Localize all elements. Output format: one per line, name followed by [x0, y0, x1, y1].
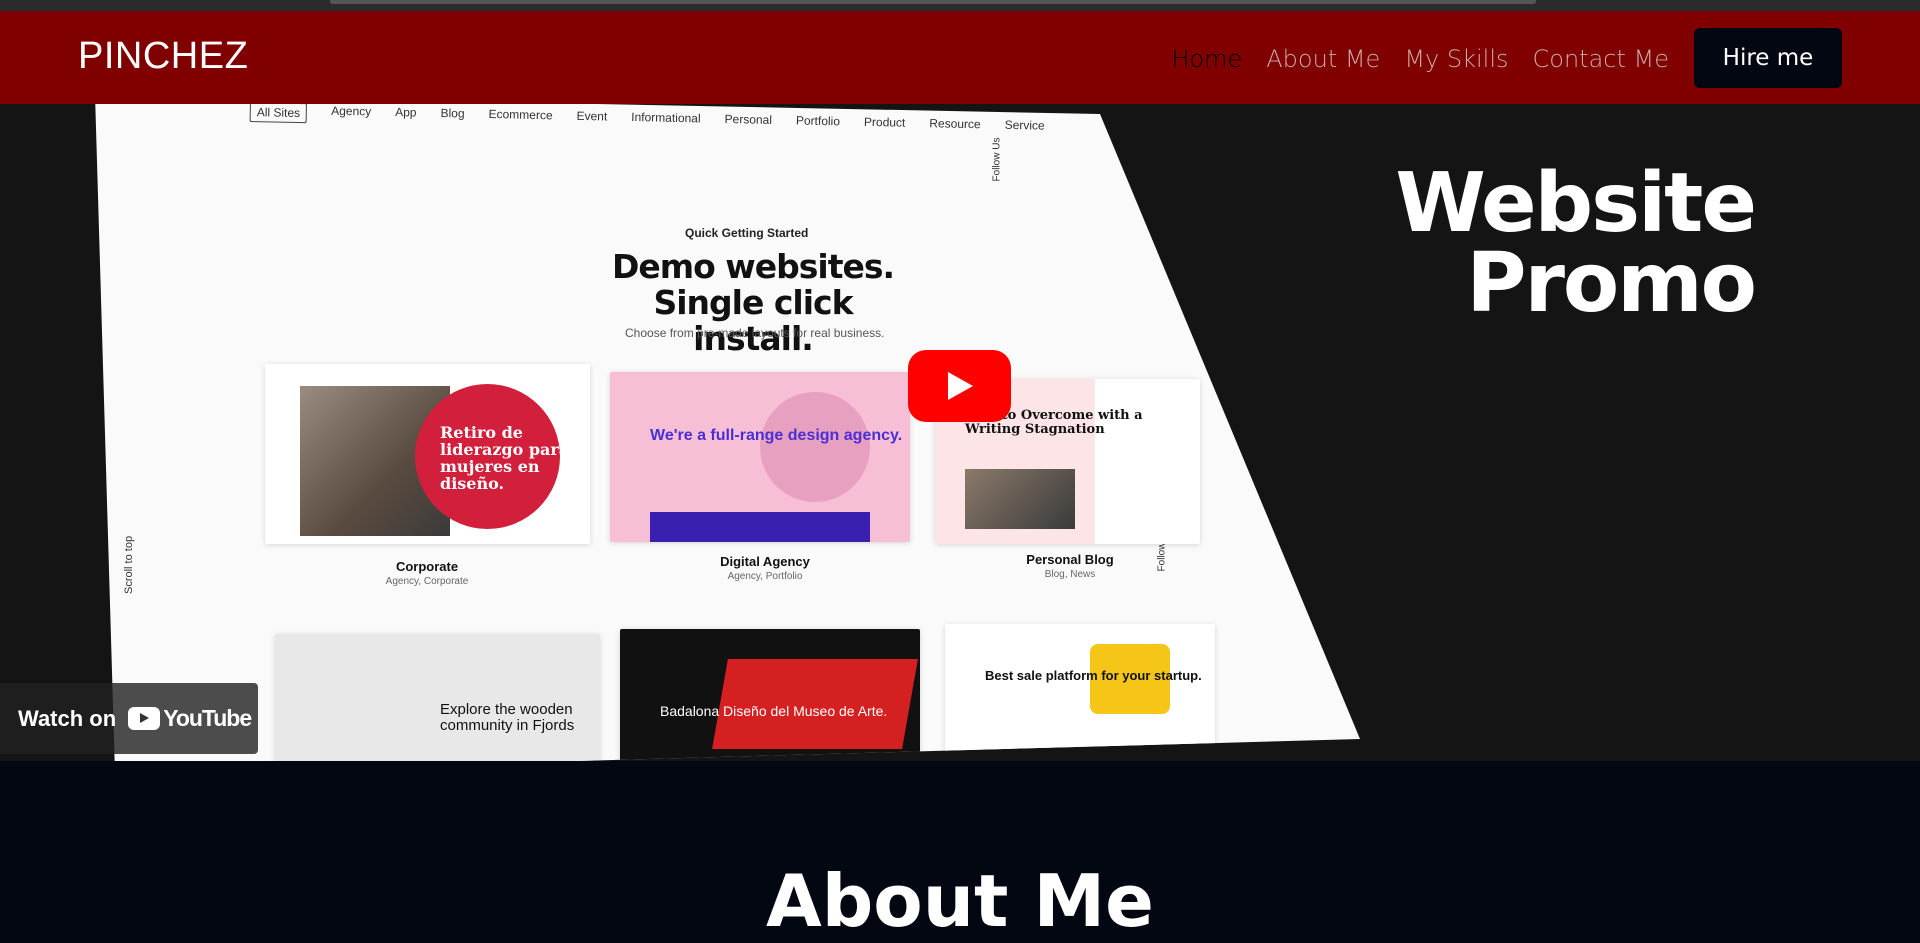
card-illustration [760, 392, 870, 502]
card-headline: Explore the wooden community in Fjords [440, 701, 575, 734]
card-label: Digital Agency [720, 554, 810, 569]
youtube-play-icon [128, 707, 161, 730]
about-heading: About Me [766, 859, 1154, 943]
nav-link-my-skills[interactable]: My Skills [1404, 45, 1508, 73]
follow-us-label: Follow Us [991, 137, 1003, 182]
filter-tab: All Sites [249, 104, 308, 124]
hero-subtitle: Choose from pre-made layouts for real bu… [625, 326, 885, 340]
brand-logo[interactable]: PINCHEZ [78, 35, 248, 78]
card-headline: Best sale platform for your startup. [985, 668, 1202, 683]
hero-title: Demo websites. Single click install. [611, 247, 895, 358]
card-headline: Badalona Diseño del Museo de Arte. [660, 703, 888, 719]
filter-tab: Ecommerce [488, 107, 553, 123]
nav-link-home[interactable]: Home [1171, 45, 1242, 73]
promo-line: Promo [1466, 236, 1757, 331]
demo-card-wooden: Explore the wooden community in Fjords [275, 634, 600, 761]
filter-tab: Service [1004, 117, 1045, 133]
demo-card-museum: Badalona Diseño del Museo de Arte. [620, 629, 920, 761]
youtube-wordmark: YouTube [163, 705, 252, 731]
play-icon [948, 372, 973, 400]
demo-card-corporate: Retiro de liderazgo para mujeres en dise… [265, 364, 590, 544]
card-tags: Blog, News [1044, 569, 1096, 580]
filter-tab: Product [863, 114, 906, 130]
card-headline: We're a full-range design agency. [650, 427, 903, 444]
filter-tab: Portfolio [795, 113, 841, 129]
nav-links: Home About Me My Skills Contact Me [1171, 45, 1669, 73]
filter-tab: Blog [440, 105, 465, 121]
watch-on-youtube-button[interactable]: Watch on YouTube [0, 683, 258, 754]
promo-title: Website Promo [1355, 156, 1757, 331]
card-label: Personal Blog [1026, 552, 1114, 567]
nav-link-contact-me[interactable]: Contact Me [1533, 45, 1669, 73]
youtube-video-embed[interactable]: All Sites Agency App Blog Ecommerce Even… [0, 104, 1920, 761]
filter-tab: Event [576, 108, 608, 124]
promo-line: Website [1395, 156, 1757, 251]
youtube-logo: YouTube [128, 705, 252, 732]
filter-tab: Personal [724, 111, 773, 127]
video-frame-screenshot: All Sites Agency App Blog Ecommerce Even… [95, 104, 1360, 761]
watch-on-label: Watch on [18, 705, 117, 731]
hire-me-button[interactable]: Hire me [1694, 28, 1842, 88]
demo-card-digital-agency: We're a full-range design agency. [610, 372, 910, 542]
filter-tab: Resource [929, 116, 981, 132]
play-button[interactable] [908, 350, 1011, 422]
browser-top-strip [0, 0, 1920, 11]
card-footer-strip [650, 512, 870, 542]
card-label: Corporate [395, 559, 459, 574]
card-tags: Agency, Corporate [385, 576, 469, 587]
card-photo [965, 469, 1075, 529]
scroll-indicator [330, 0, 1536, 4]
filter-tab: App [395, 105, 417, 120]
scroll-to-top-label: Scroll to top [123, 535, 135, 594]
card-tags: Agency, Portfolio [727, 571, 803, 582]
navbar: PINCHEZ Home About Me My Skills Contact … [0, 11, 1920, 104]
about-section: About Me [0, 761, 1920, 943]
site-filter-tabs: All Sites Agency App Blog Ecommerce Even… [249, 104, 1045, 139]
nav-link-about-me[interactable]: About Me [1266, 45, 1380, 73]
filter-tab: Agency [331, 104, 372, 119]
card-headline: Retiro de liderazgo para mujeres en dise… [440, 423, 570, 493]
filter-tab: Informational [631, 109, 701, 126]
demo-card-startup: Best sale platform for your startup. [945, 624, 1215, 754]
hero-kicker: Quick Getting Started [685, 226, 809, 240]
